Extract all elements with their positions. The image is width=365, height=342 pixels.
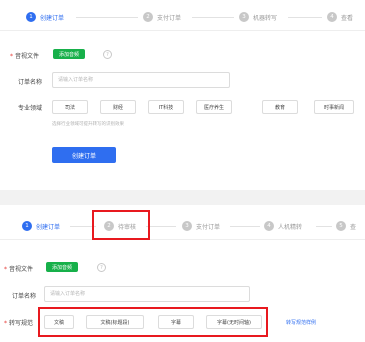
spec-option-manuscript-titled[interactable]: 文稿(标题段) <box>86 315 144 329</box>
domain-label: 专业领域 <box>18 105 43 112</box>
step-label: 创建订单 <box>40 14 65 22</box>
transcription-spec-label: * 转写规范 <box>4 320 34 327</box>
step-number: 4 <box>264 221 274 231</box>
step-number: 5 <box>336 221 346 231</box>
step-number: 1 <box>22 221 32 231</box>
spec-option-manuscript[interactable]: 文稿 <box>44 315 74 329</box>
step-label: 待审核 <box>118 223 137 231</box>
domain-option-law[interactable]: 司法 <box>52 100 88 114</box>
step-machine-transcribe: 3 机器转写 <box>239 4 277 30</box>
create-order-panel: 1 创建订单 2 支付订单 3 机器转写 4 查看 *音视文件 添加音频 ? <box>0 0 365 190</box>
create-order-button[interactable]: 创建订单 <box>52 147 116 163</box>
step-number: 3 <box>239 12 249 22</box>
step-number: 1 <box>26 12 36 22</box>
step-number: 3 <box>182 221 192 231</box>
add-audio-button[interactable]: 添加音频 <box>53 49 86 59</box>
step-number: 2 <box>104 221 114 231</box>
step-connector <box>192 17 234 18</box>
order-steps-bar: 1 创建订单 2 支付订单 3 机器转写 4 查看 <box>0 4 365 31</box>
step-label: 查看 <box>341 14 354 22</box>
review-order-panel: 1 创建订单 2 待审核 3 支付订单 4 人机精转 5 查 * 音视文件 添加… <box>0 205 365 342</box>
domain-option-news[interactable]: 时事新闻 <box>314 100 354 114</box>
step-label: 支付订单 <box>157 14 182 22</box>
step-connector <box>146 226 176 227</box>
step-label: 查 <box>350 223 357 231</box>
order-name-input[interactable]: 请输入订单名称 <box>44 286 250 302</box>
order-name-input[interactable]: 请输入订单名称 <box>52 72 230 88</box>
required-mark: * <box>10 53 13 60</box>
order-name-label: 订单名称 <box>18 79 43 86</box>
step-view: 4 查看 <box>327 4 353 30</box>
step-pending-review: 2 待审核 <box>104 213 136 239</box>
step-pay-order: 3 支付订单 <box>182 213 220 239</box>
add-audio-button[interactable]: 添加音频 <box>46 262 79 272</box>
spec-option-subtitle-no-timeline[interactable]: 字幕(无时间轴) <box>206 315 262 329</box>
step-label: 人机精转 <box>278 223 303 231</box>
step-connector <box>70 226 96 227</box>
help-icon[interactable]: ? <box>103 50 112 59</box>
domain-option-medical[interactable]: 医疗养生 <box>196 100 232 114</box>
domain-option-finance[interactable]: 财经 <box>100 100 136 114</box>
step-create-order: 1 创建订单 <box>26 4 64 30</box>
step-connector <box>288 17 322 18</box>
step-connector <box>76 17 138 18</box>
spec-sample-link[interactable]: 转写规范样例 <box>286 319 316 326</box>
help-icon[interactable]: ? <box>97 263 106 272</box>
audio-file-label: * 音视文件 <box>10 53 40 60</box>
domain-option-it[interactable]: IT科技 <box>148 100 184 114</box>
required-mark: * <box>4 320 7 327</box>
domain-option-education[interactable]: 教育 <box>262 100 298 114</box>
step-human-machine-transcribe: 4 人机精转 <box>264 213 302 239</box>
step-pay-order: 2 支付订单 <box>143 4 181 30</box>
spec-option-subtitle[interactable]: 字幕 <box>158 315 194 329</box>
step-view: 5 查 <box>336 213 356 239</box>
step-connector <box>316 226 332 227</box>
step-number: 4 <box>327 12 337 22</box>
screenshot-root: 1 创建订单 2 支付订单 3 机器转写 4 查看 *音视文件 添加音频 ? <box>0 0 365 342</box>
order-steps-bar: 1 创建订单 2 待审核 3 支付订单 4 人机精转 5 查 <box>0 213 365 240</box>
step-label: 创建订单 <box>36 223 61 231</box>
domain-hint: 选择行业领域可提升转写的识别效果 <box>52 122 124 127</box>
step-connector <box>230 226 260 227</box>
required-mark: * <box>4 266 7 273</box>
step-label: 支付订单 <box>196 223 221 231</box>
order-name-label: 订单名称 <box>12 293 37 300</box>
audio-file-label: * 音视文件 <box>4 266 34 273</box>
step-label: 机器转写 <box>253 14 278 22</box>
step-number: 2 <box>143 12 153 22</box>
step-create-order: 1 创建订单 <box>22 213 60 239</box>
